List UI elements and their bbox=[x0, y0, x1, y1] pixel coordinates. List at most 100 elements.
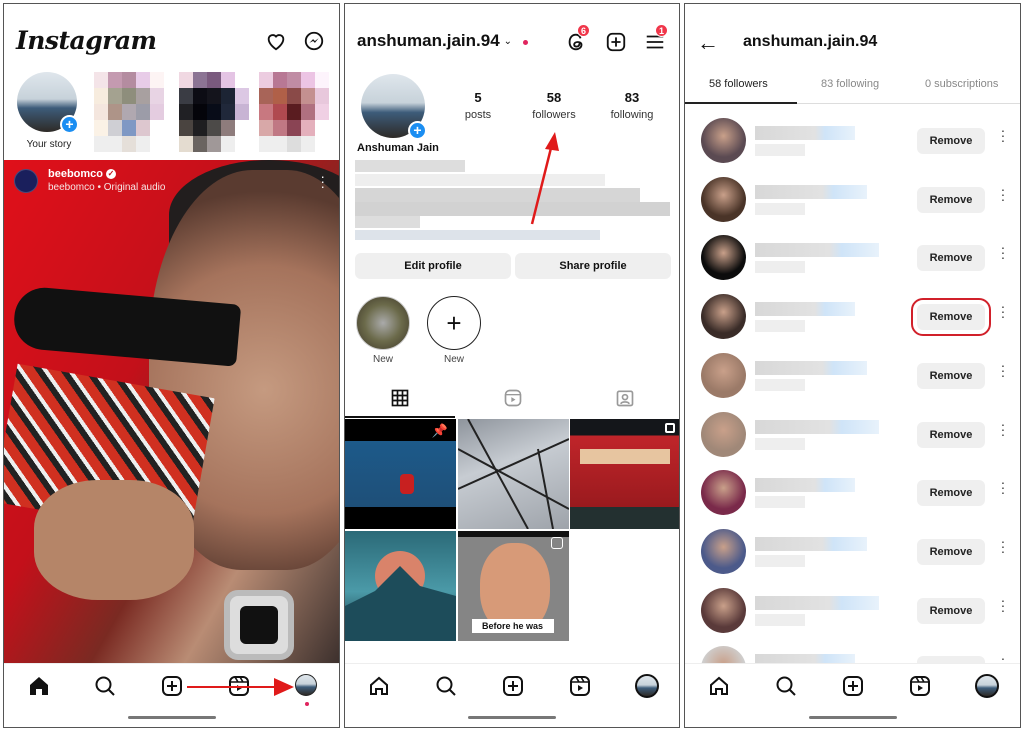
back-arrow-icon[interactable]: ← bbox=[697, 30, 719, 56]
more-options-icon[interactable]: ··· bbox=[999, 593, 1007, 617]
more-options-icon[interactable]: ··· bbox=[999, 475, 1007, 499]
story-pixel bbox=[287, 88, 301, 104]
follower-avatar[interactable] bbox=[701, 528, 746, 574]
follower-row[interactable]: Remove ··· bbox=[685, 112, 1020, 170]
create-icon[interactable] bbox=[605, 31, 627, 53]
remove-button[interactable]: Remove bbox=[911, 298, 991, 337]
create-icon[interactable] bbox=[160, 674, 184, 698]
home-icon[interactable] bbox=[707, 674, 731, 698]
follower-avatar[interactable] bbox=[701, 118, 746, 163]
more-options-icon[interactable]: ··· bbox=[999, 182, 1007, 206]
story-pixel bbox=[207, 120, 221, 136]
post-audio[interactable]: beebomco • Original audio bbox=[48, 182, 165, 193]
profile-tab[interactable] bbox=[635, 674, 659, 698]
follower-avatar[interactable] bbox=[701, 235, 746, 281]
story-blurred[interactable] bbox=[179, 72, 249, 152]
remove-button[interactable]: Remove bbox=[917, 421, 985, 448]
search-icon[interactable] bbox=[93, 674, 117, 698]
follower-username-redacted[interactable] bbox=[755, 126, 855, 140]
follower-row[interactable]: Remove ··· bbox=[685, 171, 1020, 229]
more-options-icon[interactable]: ··· bbox=[999, 358, 1007, 382]
highlight-item[interactable]: New bbox=[355, 296, 411, 365]
remove-button[interactable]: Remove bbox=[917, 597, 985, 624]
reels-icon[interactable] bbox=[568, 674, 592, 698]
remove-button[interactable]: Remove bbox=[917, 538, 985, 565]
tab-reels[interactable] bbox=[458, 388, 568, 413]
story-pixel bbox=[94, 136, 108, 152]
story-pixel bbox=[94, 120, 108, 136]
edit-profile-button[interactable]: Edit profile bbox=[355, 253, 511, 279]
heart-icon[interactable] bbox=[265, 30, 287, 52]
more-options-icon[interactable]: ··· bbox=[999, 417, 1007, 441]
create-icon[interactable] bbox=[841, 674, 865, 698]
stat-following[interactable]: 83 following bbox=[597, 90, 667, 121]
follower-row[interactable]: Remove ··· bbox=[685, 347, 1020, 405]
follower-username-redacted[interactable] bbox=[755, 184, 867, 199]
post-avatar[interactable] bbox=[14, 168, 38, 193]
post-reel[interactable]: Before he was bbox=[457, 530, 569, 641]
tab-grid[interactable] bbox=[345, 388, 455, 413]
reels-icon[interactable] bbox=[908, 674, 932, 698]
new-highlight[interactable]: + New bbox=[426, 296, 482, 365]
profile-avatar[interactable]: + bbox=[361, 74, 427, 140]
post-pinned[interactable]: 📌 bbox=[345, 419, 456, 529]
follower-username-redacted[interactable] bbox=[755, 419, 879, 434]
follower-row[interactable]: Remove ··· bbox=[685, 288, 1020, 346]
follower-row[interactable]: Remove ··· bbox=[685, 464, 1020, 522]
follower-username-redacted[interactable] bbox=[755, 536, 867, 551]
stat-posts[interactable]: 5 posts bbox=[443, 90, 513, 121]
tab-following[interactable]: 83 following bbox=[821, 78, 879, 90]
follower-avatar[interactable] bbox=[701, 470, 746, 516]
remove-button[interactable]: Remove bbox=[917, 362, 985, 389]
more-options-icon[interactable]: ··· bbox=[999, 240, 1007, 264]
remove-button[interactable]: Remove bbox=[917, 245, 985, 272]
more-options-icon[interactable]: ··· bbox=[320, 169, 325, 193]
your-story[interactable]: + Your story bbox=[17, 72, 79, 150]
story-pixel bbox=[150, 136, 164, 152]
more-options-icon[interactable]: ··· bbox=[999, 299, 1007, 323]
follower-avatar[interactable] bbox=[701, 294, 746, 340]
home-icon[interactable] bbox=[367, 674, 391, 698]
follower-avatar[interactable] bbox=[701, 352, 746, 398]
more-options-icon[interactable]: ··· bbox=[999, 534, 1007, 558]
follower-username-redacted[interactable] bbox=[755, 478, 855, 493]
reels-icon bbox=[504, 389, 522, 407]
remove-button[interactable]: Remove bbox=[917, 186, 985, 213]
remove-button[interactable]: Remove bbox=[917, 480, 985, 507]
home-icon[interactable] bbox=[27, 674, 51, 698]
share-profile-button[interactable]: Share profile bbox=[515, 253, 671, 279]
account-switcher[interactable]: anshuman.jain.94 ⌄ bbox=[357, 31, 512, 51]
create-icon[interactable] bbox=[501, 674, 525, 698]
post-bus[interactable] bbox=[570, 419, 679, 529]
messenger-icon[interactable] bbox=[303, 30, 325, 52]
reel-post[interactable]: beebomco ✓ beebomco • Original audio · · · bbox=[4, 160, 339, 667]
story-blurred[interactable] bbox=[94, 72, 164, 152]
follower-username-redacted[interactable] bbox=[755, 360, 867, 375]
follower-row[interactable]: Remove ··· bbox=[685, 406, 1020, 464]
profile-tab[interactable] bbox=[295, 674, 319, 698]
tab-followers[interactable]: 58 followers bbox=[709, 78, 768, 90]
follower-username-redacted[interactable] bbox=[755, 243, 879, 258]
search-icon[interactable] bbox=[434, 674, 458, 698]
reel-caption: Before he was bbox=[471, 618, 554, 633]
search-icon[interactable] bbox=[774, 674, 798, 698]
profile-tab[interactable] bbox=[975, 674, 999, 698]
follower-row[interactable]: Remove ··· bbox=[685, 523, 1020, 581]
follower-username-redacted[interactable] bbox=[755, 302, 855, 317]
follower-avatar[interactable] bbox=[701, 587, 746, 633]
remove-button[interactable]: Remove bbox=[917, 128, 985, 154]
post-wires[interactable] bbox=[457, 419, 569, 529]
story-blurred[interactable] bbox=[259, 72, 329, 152]
more-options-icon[interactable]: ··· bbox=[999, 123, 1007, 147]
follower-row[interactable]: Remove ··· bbox=[685, 229, 1020, 287]
post-username[interactable]: beebomco bbox=[48, 168, 103, 180]
follower-avatar[interactable] bbox=[701, 176, 746, 222]
follower-username-redacted[interactable] bbox=[755, 595, 879, 610]
bottom-nav bbox=[4, 663, 339, 727]
tab-tagged[interactable] bbox=[570, 388, 679, 413]
follower-avatar[interactable] bbox=[701, 411, 746, 457]
follower-row[interactable]: Remove ··· bbox=[685, 582, 1020, 640]
post-moon[interactable] bbox=[345, 530, 456, 641]
stat-followers[interactable]: 58 followers bbox=[519, 90, 589, 121]
tab-subscriptions[interactable]: 0 subscriptions bbox=[925, 78, 998, 90]
